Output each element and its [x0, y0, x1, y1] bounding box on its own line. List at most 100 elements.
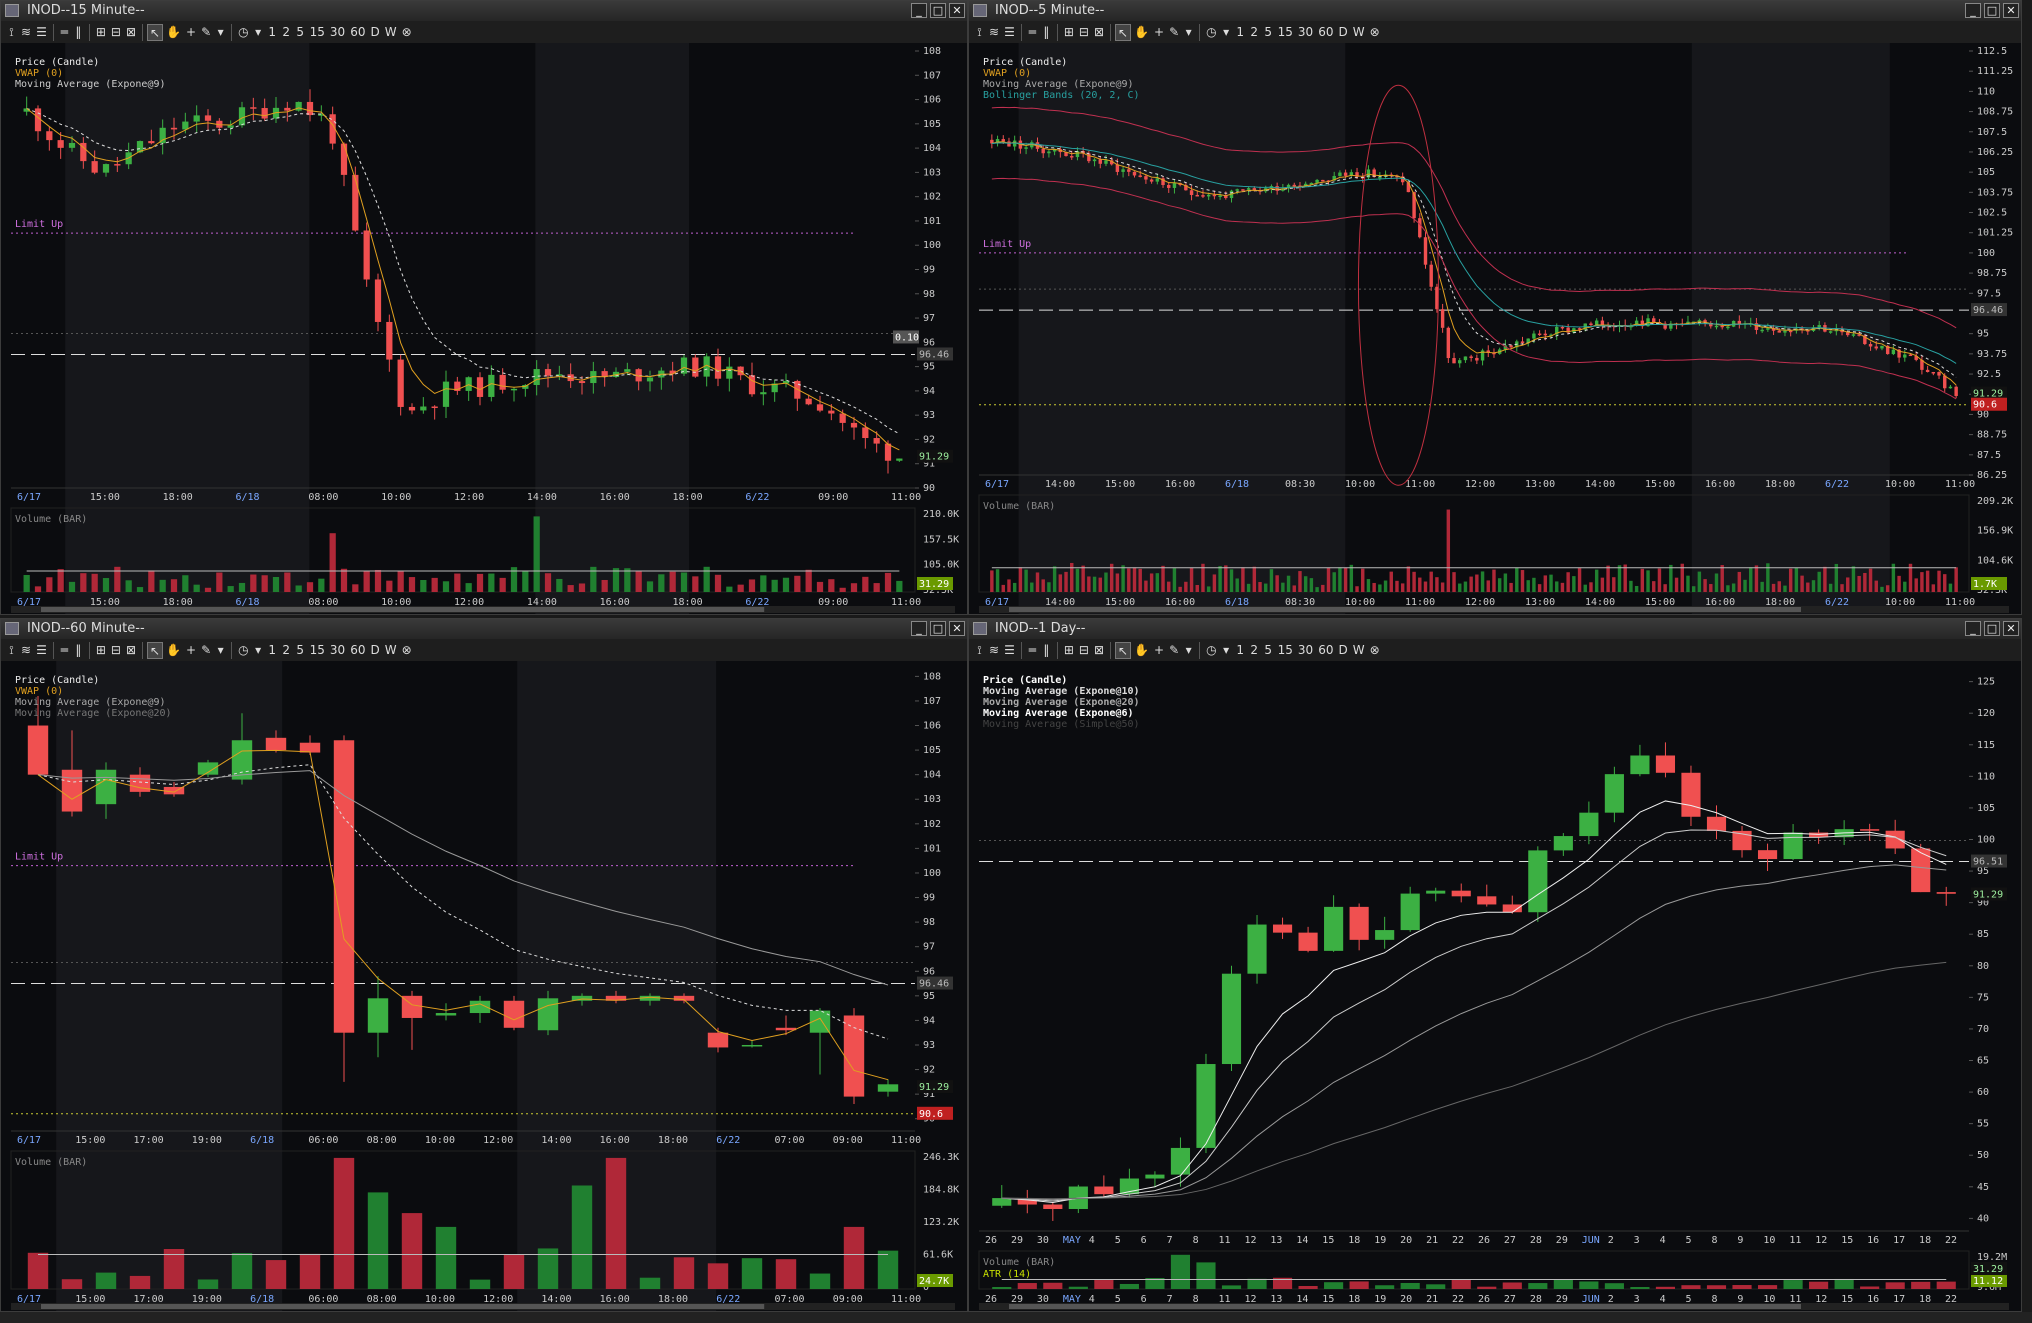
layout-split-icon[interactable]: ⊟: [1077, 24, 1091, 41]
chart-window-60min[interactable]: INOD--60 Minute-- _ □ ✕ ⟟ ≋ ☰ ═ ‖ ⊞ ⊟ ⊠ ↖ ✋ + ✎ ▾ ◷ ▾ 1…: [0, 618, 968, 1312]
bars-icon[interactable]: ‖: [72, 642, 85, 659]
chart-style-icon[interactable]: ⟟: [973, 642, 986, 659]
maximize-button[interactable]: □: [1984, 621, 2000, 636]
interval-button-1[interactable]: 1: [266, 642, 279, 659]
chart-style-icon[interactable]: ⟟: [5, 24, 18, 41]
cursor-icon[interactable]: ↖: [1115, 641, 1132, 659]
interval-button-5[interactable]: 5: [294, 642, 307, 659]
interval-button-5[interactable]: 5: [1262, 642, 1275, 659]
close-button[interactable]: ✕: [2003, 3, 2019, 18]
layout-grid-icon[interactable]: ⊞: [1062, 24, 1076, 41]
clock-icon[interactable]: ◷: [1204, 642, 1218, 659]
drawing-tools-icon[interactable]: ≋: [19, 24, 33, 41]
minimize-button[interactable]: _: [1965, 621, 1981, 636]
layout-split-icon[interactable]: ⊟: [109, 24, 123, 41]
bars-icon[interactable]: ‖: [1040, 24, 1053, 41]
hand-icon[interactable]: ✋: [164, 24, 183, 41]
maximize-button[interactable]: □: [1984, 3, 2000, 18]
close-all-icon[interactable]: ⊗: [400, 24, 414, 41]
interval-button-2[interactable]: 2: [1248, 24, 1261, 41]
interval-button-D[interactable]: D: [1336, 642, 1349, 659]
dropdown-icon[interactable]: ▾: [214, 642, 227, 659]
crosshair-icon[interactable]: +: [184, 24, 198, 41]
chart-svg[interactable]: 1251201151101051009590858075706560555045…: [969, 661, 2021, 1311]
interval-button-15[interactable]: 15: [1276, 642, 1295, 659]
close-button[interactable]: ✕: [2003, 621, 2019, 636]
chart-style-icon[interactable]: ⟟: [5, 642, 18, 659]
interval-button-60[interactable]: 60: [1316, 24, 1335, 41]
interval-button-2[interactable]: 2: [280, 642, 293, 659]
interval-button-1[interactable]: 1: [266, 24, 279, 41]
settings-icon[interactable]: ☰: [34, 24, 49, 41]
pencil-icon[interactable]: ✎: [199, 24, 213, 41]
clock-icon[interactable]: ◷: [236, 24, 250, 41]
chart-area[interactable]: 112.5 111.25 110 108.75 107.5 106.25 105 103.75…: [969, 43, 2021, 614]
interval-button-D[interactable]: D: [1336, 24, 1349, 41]
layout-grid-icon[interactable]: ⊞: [1062, 642, 1076, 659]
cursor-icon[interactable]: ↖: [147, 23, 164, 41]
dropdown-icon[interactable]: ▾: [214, 24, 227, 41]
interval-button-W[interactable]: W: [1351, 24, 1367, 41]
lines-icon[interactable]: ═: [58, 24, 71, 41]
window-titlebar[interactable]: INOD--5 Minute-- _ □ ✕: [969, 1, 2021, 22]
pencil-icon[interactable]: ✎: [199, 642, 213, 659]
close-all-icon[interactable]: ⊗: [1368, 642, 1382, 659]
interval-button-2[interactable]: 2: [1248, 642, 1261, 659]
chart-window-15min[interactable]: INOD--15 Minute-- _ □ ✕ ⟟ ≋ ☰ ═ ‖ ⊞ ⊟ ⊠ ↖ ✋ + ✎ ▾ ◷ ▾ 1…: [0, 0, 968, 615]
dropdown-icon[interactable]: ▾: [1220, 642, 1233, 659]
drawing-tools-icon[interactable]: ≋: [987, 642, 1001, 659]
dropdown-icon[interactable]: ▾: [252, 24, 265, 41]
dropdown-icon[interactable]: ▾: [252, 642, 265, 659]
layout-grid-icon[interactable]: ⊞: [94, 642, 108, 659]
chart-svg[interactable]: 108 107 106 105 104 103 102 101 100 99 98 97 96 95 94 9…: [1, 43, 967, 614]
chart-area[interactable]: 108 107 106 105 104 103 102 101 100 99 98 97 96 95 94 9…: [1, 661, 967, 1311]
interval-button-30[interactable]: 30: [328, 24, 347, 41]
chart-svg[interactable]: 112.5 111.25 110 108.75 107.5 106.25 105 103.75…: [969, 43, 2021, 614]
settings-icon[interactable]: ☰: [34, 642, 49, 659]
pencil-icon[interactable]: ✎: [1167, 642, 1181, 659]
interval-button-60[interactable]: 60: [348, 642, 367, 659]
lines-icon[interactable]: ═: [1026, 642, 1039, 659]
chart-area[interactable]: 125 120 115 110 105 100 95 90 85 80 75 70 65 60 55 50 45…: [969, 661, 2021, 1311]
interval-button-5[interactable]: 5: [1262, 24, 1275, 41]
layout-tile-icon[interactable]: ⊠: [1092, 642, 1106, 659]
cursor-icon[interactable]: ↖: [147, 641, 164, 659]
maximize-button[interactable]: □: [930, 621, 946, 636]
interval-button-30[interactable]: 30: [1296, 642, 1315, 659]
layout-split-icon[interactable]: ⊟: [109, 642, 123, 659]
interval-button-2[interactable]: 2: [280, 24, 293, 41]
pencil-icon[interactable]: ✎: [1167, 24, 1181, 41]
dropdown-icon[interactable]: ▾: [1182, 642, 1195, 659]
layout-tile-icon[interactable]: ⊠: [1092, 24, 1106, 41]
interval-button-W[interactable]: W: [1351, 642, 1367, 659]
bars-icon[interactable]: ‖: [72, 24, 85, 41]
interval-button-5[interactable]: 5: [294, 24, 307, 41]
lines-icon[interactable]: ═: [58, 642, 71, 659]
hand-icon[interactable]: ✋: [164, 642, 183, 659]
window-titlebar[interactable]: INOD--60 Minute-- _ □ ✕: [1, 619, 967, 640]
cursor-icon[interactable]: ↖: [1115, 23, 1132, 41]
layout-split-icon[interactable]: ⊟: [1077, 642, 1091, 659]
close-all-icon[interactable]: ⊗: [400, 642, 414, 659]
window-titlebar[interactable]: INOD--15 Minute-- _ □ ✕: [1, 1, 967, 22]
close-all-icon[interactable]: ⊗: [1368, 24, 1382, 41]
hand-icon[interactable]: ✋: [1132, 24, 1151, 41]
lines-icon[interactable]: ═: [1026, 24, 1039, 41]
chart-area[interactable]: 108 107 106 105 104 103 102 101 100 99 98 97 96 95 94 9…: [1, 43, 967, 614]
interval-button-30[interactable]: 30: [1296, 24, 1315, 41]
interval-button-1[interactable]: 1: [1234, 642, 1247, 659]
interval-button-15[interactable]: 15: [1276, 24, 1295, 41]
dropdown-icon[interactable]: ▾: [1182, 24, 1195, 41]
settings-icon[interactable]: ☰: [1002, 24, 1017, 41]
interval-button-15[interactable]: 15: [308, 24, 327, 41]
minimize-button[interactable]: _: [911, 621, 927, 636]
close-button[interactable]: ✕: [949, 621, 965, 636]
window-titlebar[interactable]: INOD--1 Day-- _ □ ✕: [969, 619, 2021, 640]
interval-button-30[interactable]: 30: [328, 642, 347, 659]
layout-grid-icon[interactable]: ⊞: [94, 24, 108, 41]
chart-style-icon[interactable]: ⟟: [973, 24, 986, 41]
clock-icon[interactable]: ◷: [1204, 24, 1218, 41]
drawing-tools-icon[interactable]: ≋: [987, 24, 1001, 41]
interval-button-1[interactable]: 1: [1234, 24, 1247, 41]
layout-tile-icon[interactable]: ⊠: [124, 642, 138, 659]
